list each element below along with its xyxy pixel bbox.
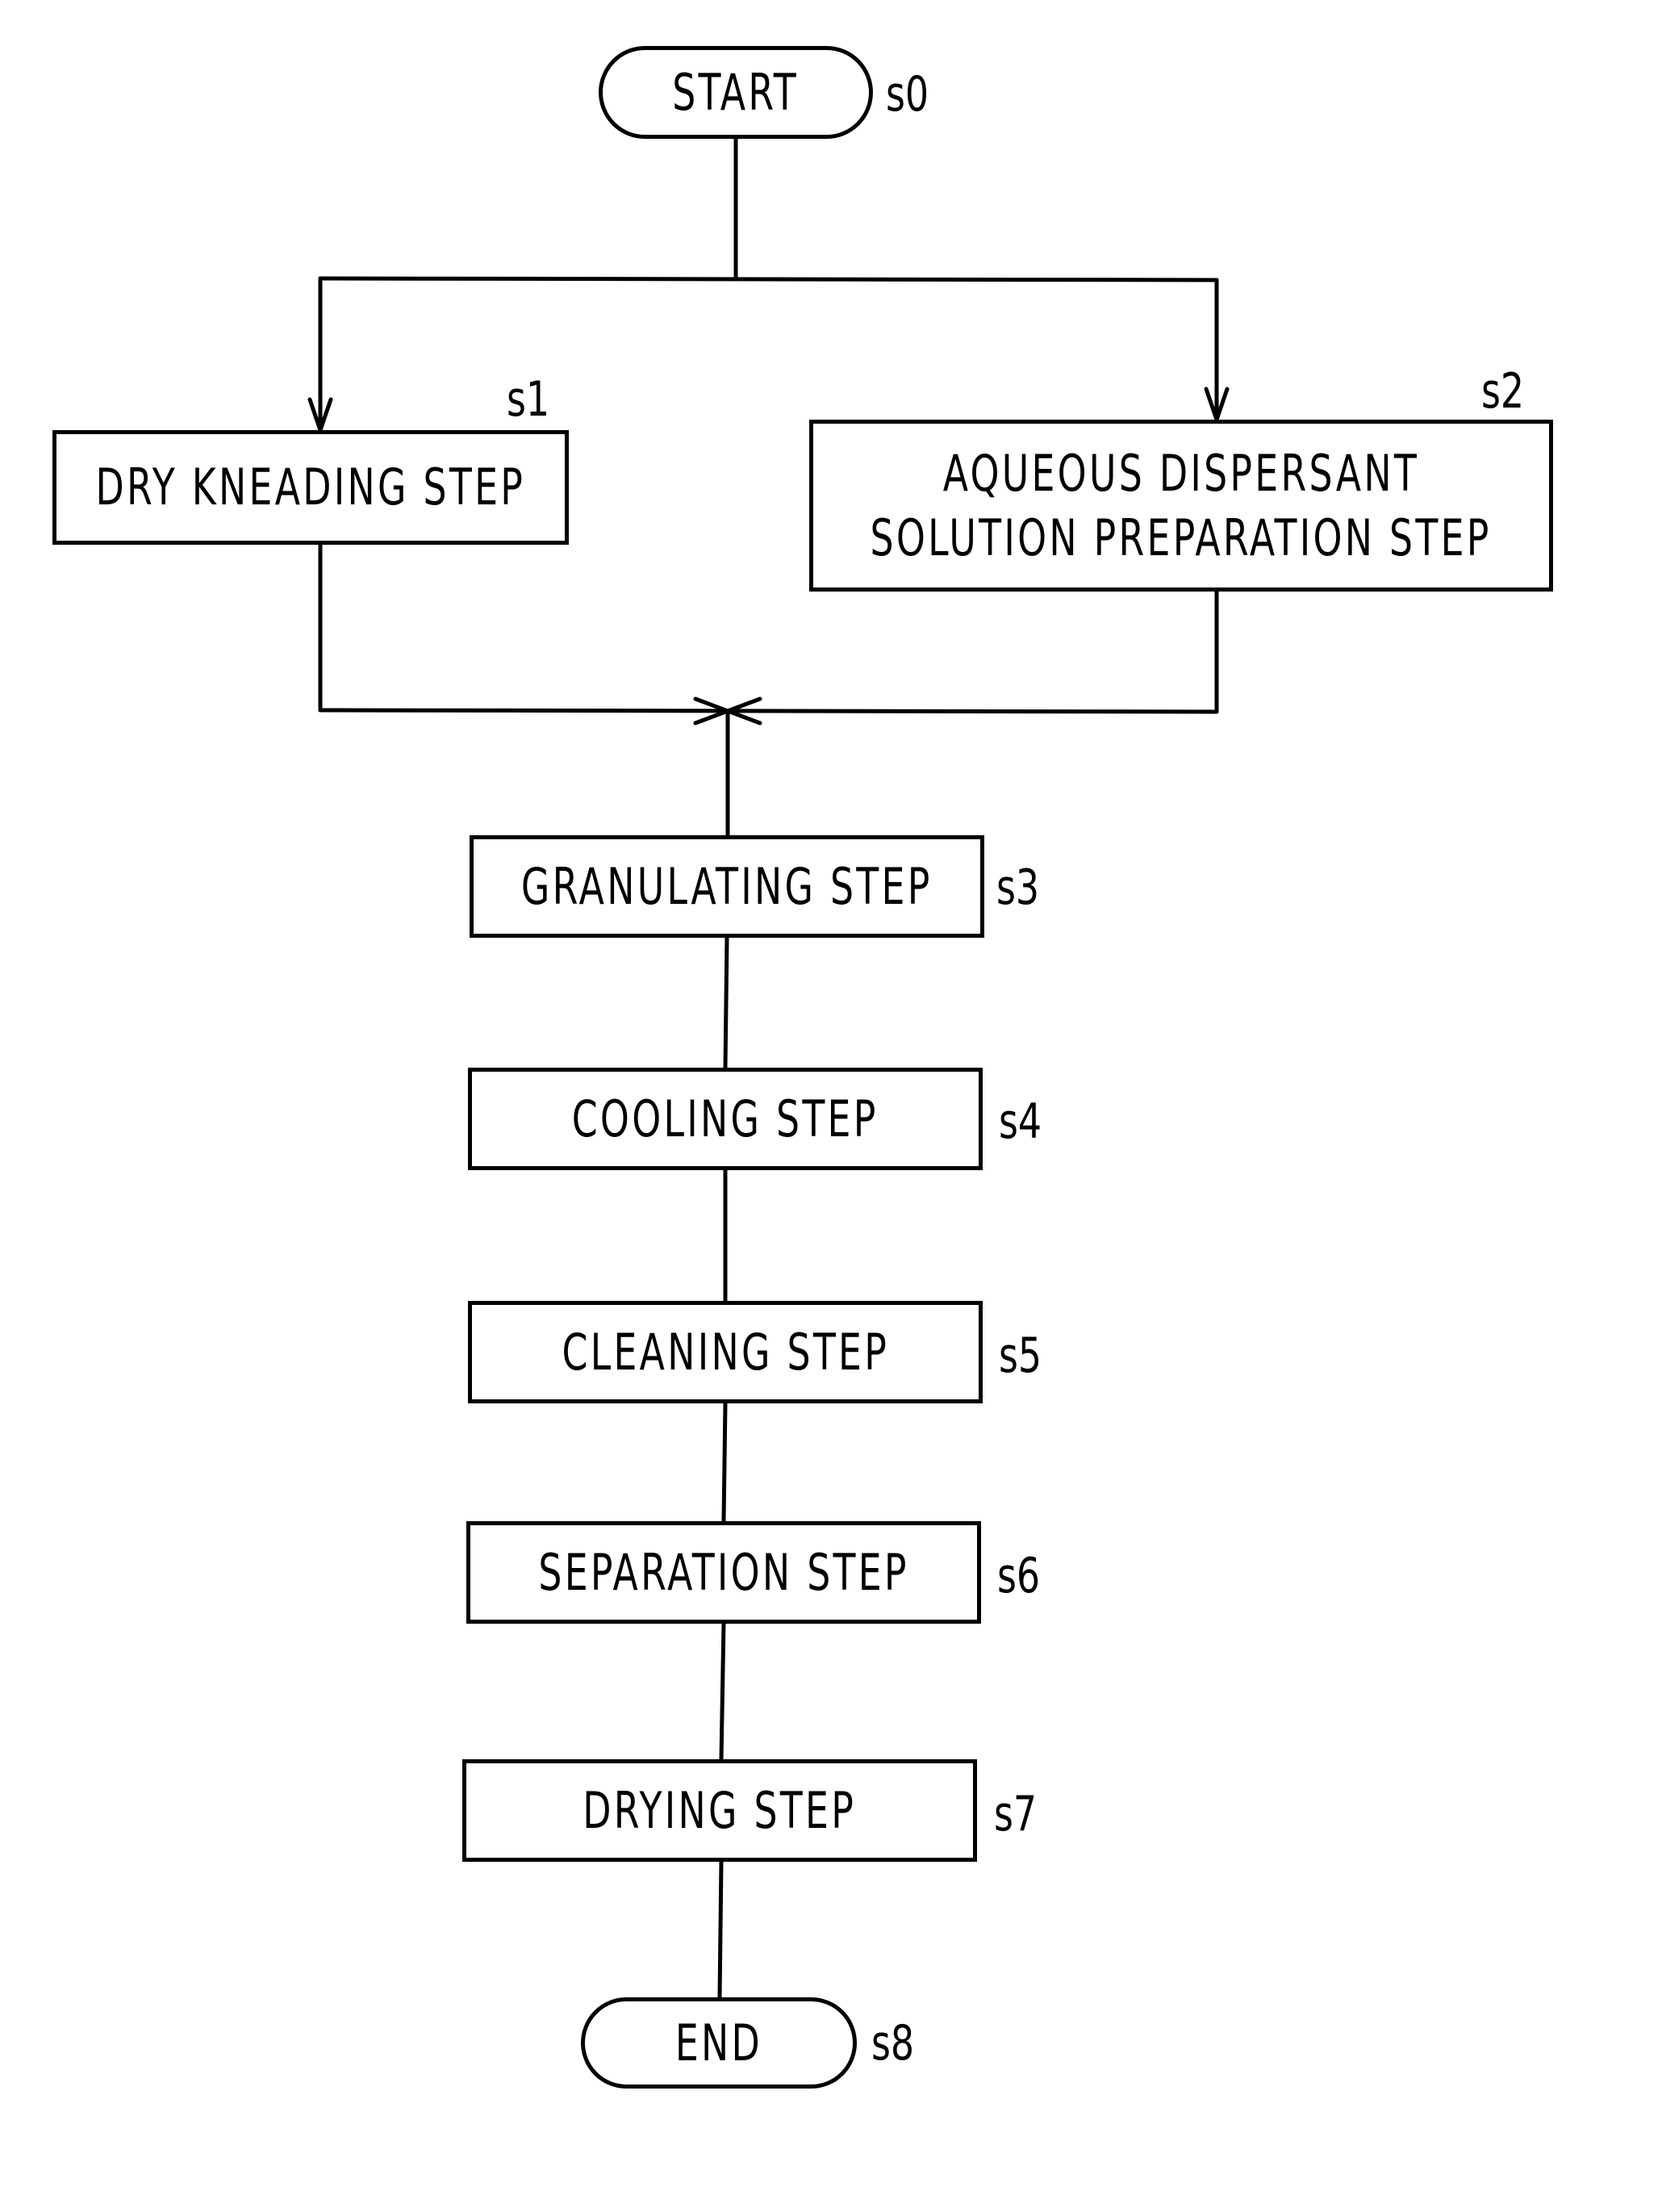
drying-step: DRYING STEP: [462, 1759, 977, 1862]
drying-label: DRYING STEP: [583, 1780, 857, 1840]
dry-kneading-step: DRY KNEADING STEP: [52, 430, 569, 545]
edge-merge-horizontal: [318, 708, 1219, 714]
step-id-s3: s3: [996, 859, 1040, 916]
granulating-label: GRANULATING STEP: [521, 856, 933, 916]
separation-step: SEPARATION STEP: [466, 1521, 981, 1624]
cleaning-label: CLEANING STEP: [562, 1322, 889, 1382]
dry-kneading-label: DRY KNEADING STEP: [95, 458, 526, 516]
step-id-s4: s4: [999, 1093, 1042, 1150]
edge-s5-s6: [721, 1401, 728, 1524]
step-id-s5: s5: [999, 1328, 1042, 1384]
aqueous-label-line2: SOLUTION PREPARATION STEP: [870, 508, 1493, 567]
cleaning-step: CLEANING STEP: [468, 1301, 983, 1403]
edge-s3-s4: [723, 935, 729, 1070]
cooling-label: COOLING STEP: [572, 1089, 879, 1148]
granulating-step: GRANULATING STEP: [470, 835, 984, 938]
step-id-s1: s1: [507, 371, 550, 428]
edge-s6-s7: [719, 1621, 726, 1762]
aqueous-label-line1: AQUEOUS DISPERSANT: [942, 443, 1420, 503]
edge-split-horizontal: [318, 276, 1219, 282]
cooling-step: COOLING STEP: [468, 1068, 983, 1170]
step-id-s2: s2: [1481, 363, 1525, 420]
aqueous-dispersant-step: AQUEOUS DISPERSANT SOLUTION PREPARATION …: [809, 420, 1553, 592]
separation-label: SEPARATION STEP: [538, 1542, 909, 1602]
edge-s7-s8: [717, 1859, 724, 2000]
end-terminal: END: [581, 1997, 857, 2089]
start-terminal: START: [599, 46, 873, 139]
step-id-s6: s6: [997, 1548, 1041, 1604]
step-id-s8: s8: [871, 2015, 915, 2072]
end-label: END: [674, 2013, 763, 2072]
step-id-s0: s0: [886, 66, 929, 123]
step-id-s7: s7: [994, 1786, 1038, 1842]
start-label: START: [672, 62, 800, 122]
